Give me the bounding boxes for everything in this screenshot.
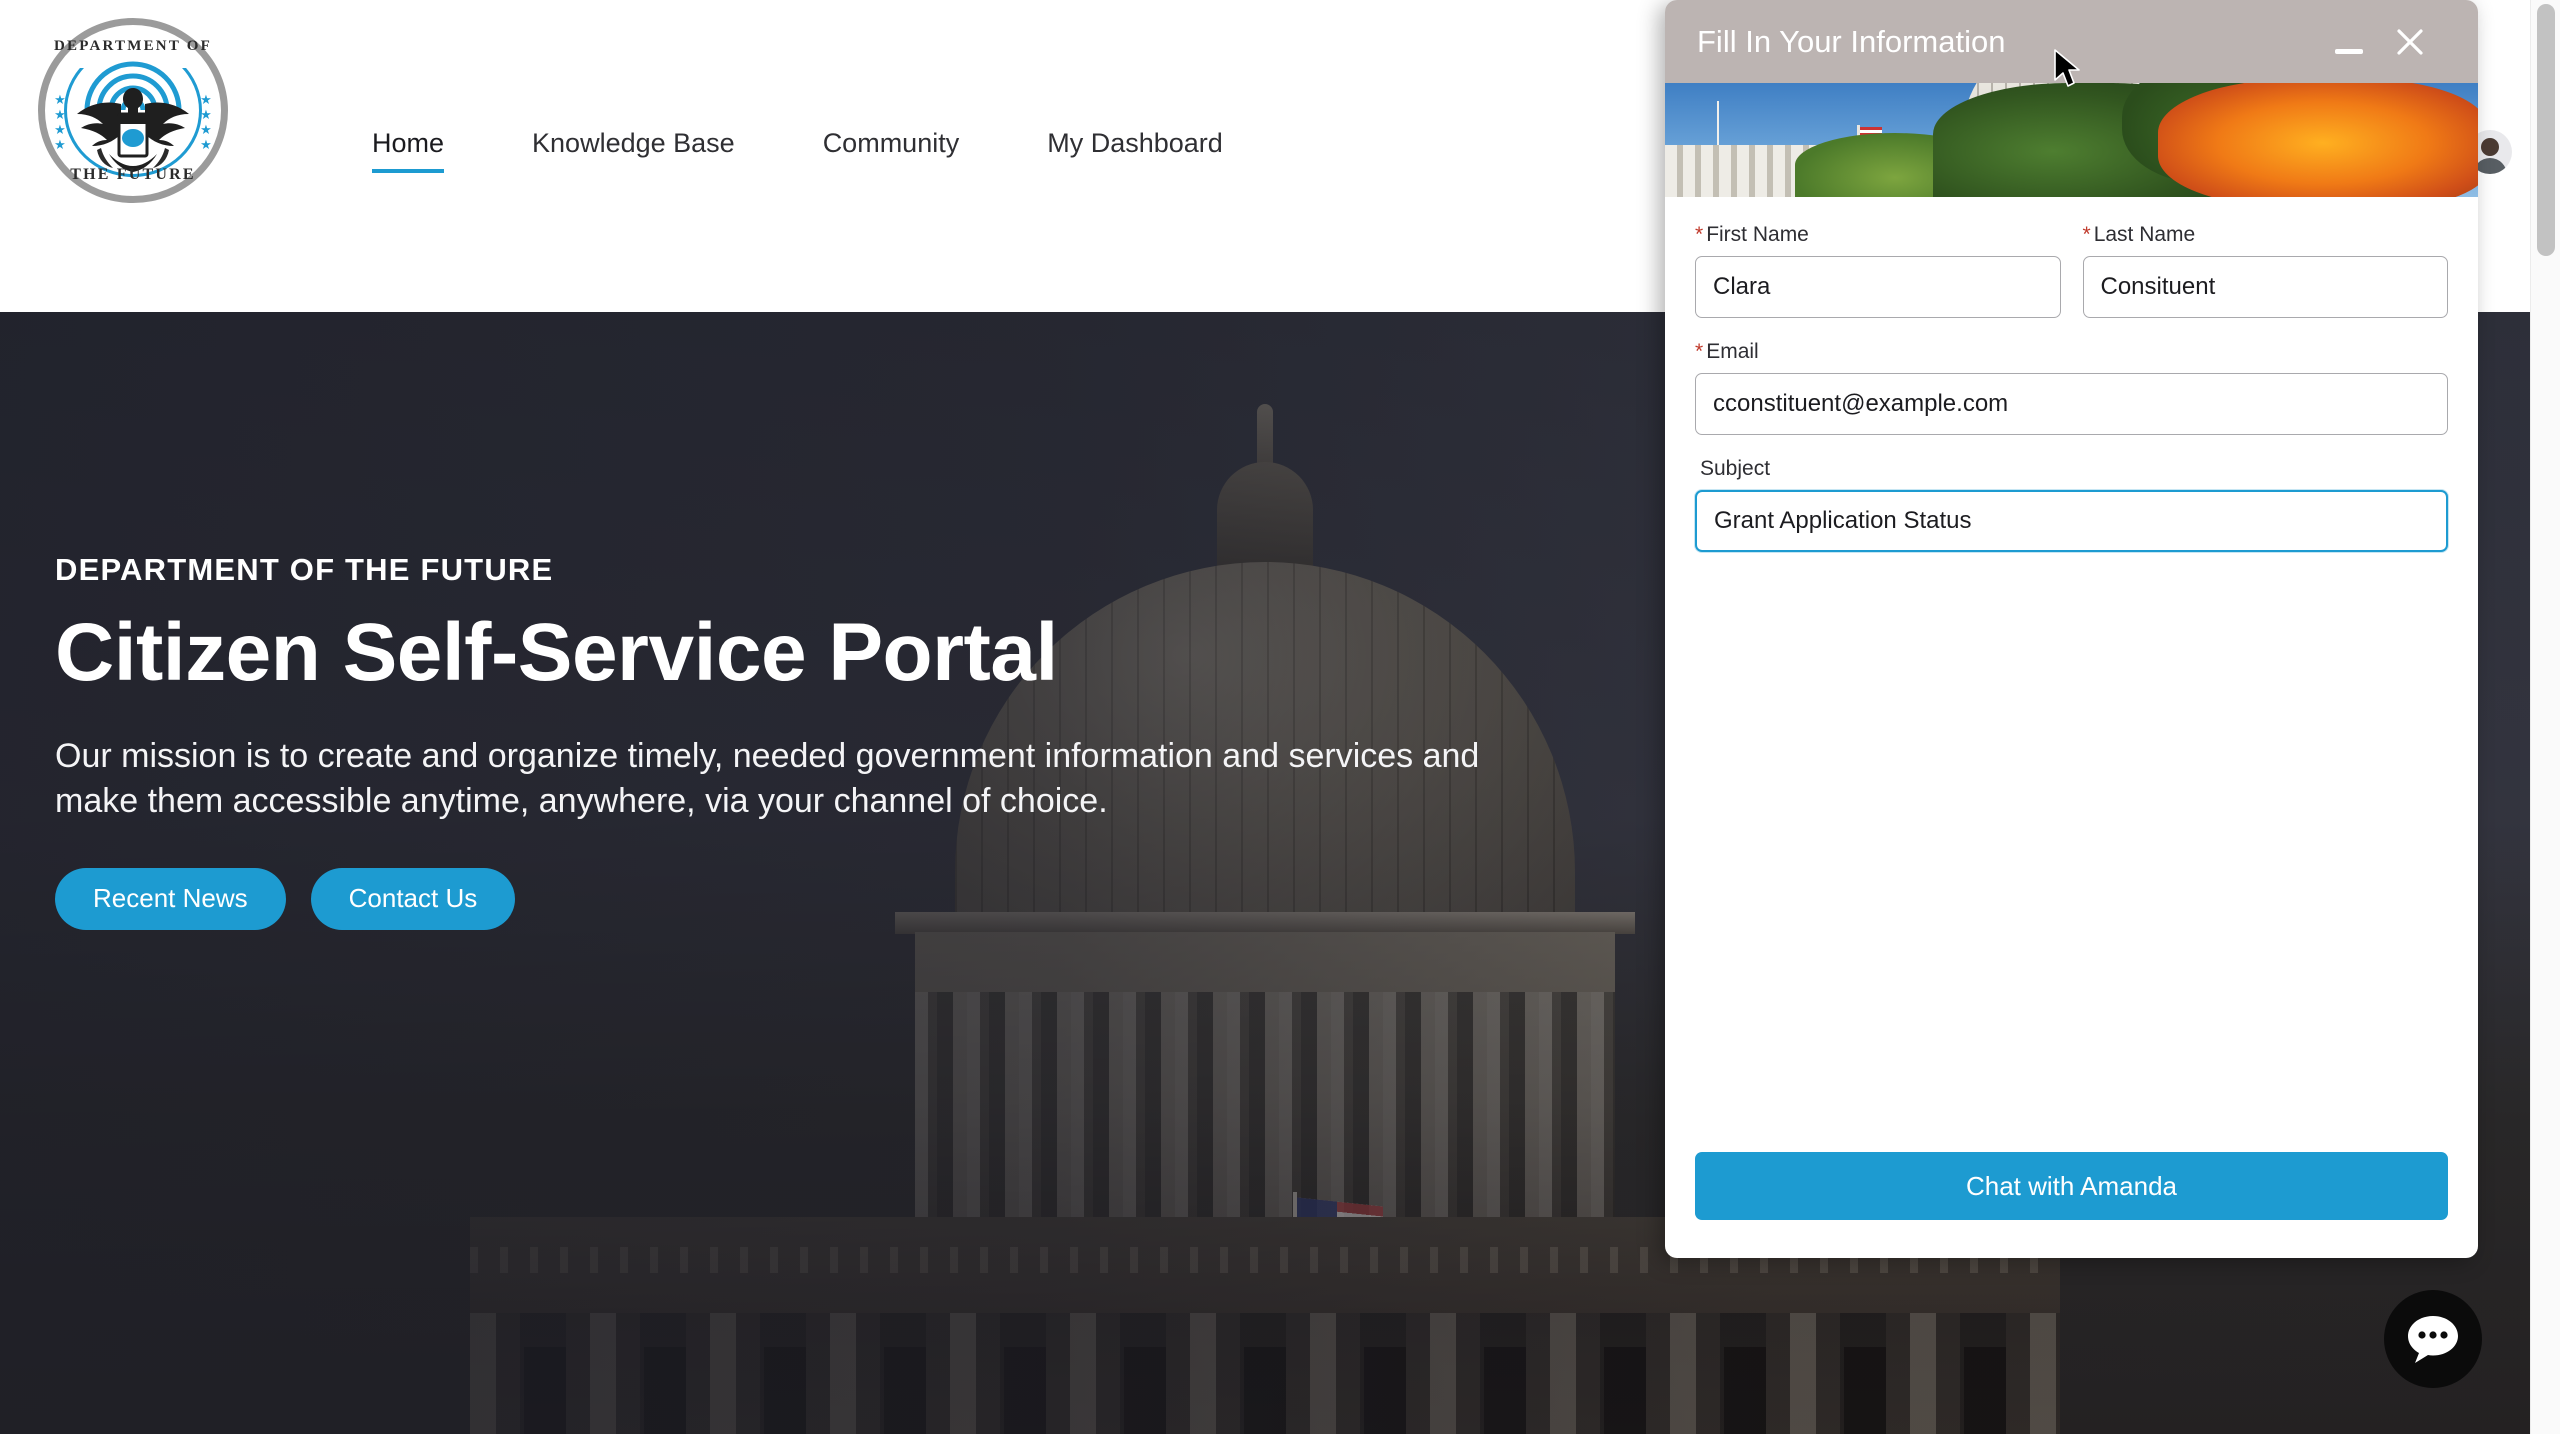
first-name-label: * First Name	[1695, 223, 2061, 247]
last-name-field-group: * Last Name	[2082, 223, 2449, 318]
banner-tree-autumn-orange	[2158, 83, 2478, 197]
nav-item-community[interactable]: Community	[823, 128, 960, 173]
chat-information-panel: Fill In Your Information * First Name Cl…	[1665, 0, 2478, 1258]
hero-button-group: Recent News Contact Us	[55, 867, 1615, 930]
chat-panel-header: Fill In Your Information	[1665, 0, 2478, 83]
first-name-field-group: * First Name	[1695, 223, 2061, 318]
first-name-label-text: First Name	[1706, 223, 1809, 246]
scrollbar-thumb[interactable]	[2537, 4, 2555, 256]
avatar-body	[2473, 158, 2507, 174]
required-marker: *	[1695, 340, 1704, 363]
email-field-group: * Email	[1695, 340, 2448, 435]
chat-banner-image	[1665, 83, 2478, 197]
required-marker: *	[1695, 223, 1704, 246]
seal-stars-left: ★ ★ ★ ★	[54, 92, 66, 152]
subject-field-group: Subject	[1695, 457, 2448, 552]
chat-panel-title: Fill In Your Information	[1697, 23, 2006, 59]
seal-top-text: DEPARTMENT OF	[54, 38, 212, 54]
chat-info-form: *First Name *Last Name *Email Subject	[1665, 197, 2478, 1152]
close-icon[interactable]	[2392, 24, 2428, 60]
first-name-input[interactable]	[1695, 256, 2061, 318]
avatar-head	[2481, 138, 2499, 156]
seal-bottom-text: THE FUTURE	[70, 166, 196, 183]
nav-item-home[interactable]: Home	[372, 128, 445, 173]
recent-news-button[interactable]: Recent News	[55, 867, 286, 930]
site-logo[interactable]: ★ ★ ★ ★ ★ ★ ★ ★ DEPARTMENT OF THE FUTURE	[38, 18, 228, 203]
chat-panel-footer: Chat with Amanda	[1665, 1152, 2478, 1258]
chat-launcher-button[interactable]	[2384, 1290, 2482, 1388]
seal-stars-right: ★ ★ ★ ★	[200, 92, 212, 152]
email-input[interactable]	[1695, 373, 2448, 435]
chat-bubble-dots-icon	[2408, 1316, 2458, 1363]
main-navigation: Home Knowledge Base Community My Dashboa…	[372, 128, 1311, 173]
last-name-label: * Last Name	[2083, 223, 2449, 247]
last-name-input[interactable]	[2082, 256, 2448, 318]
email-label: * Email	[1695, 340, 2448, 364]
required-marker: *	[2082, 223, 2091, 246]
hero-subtitle: Our mission is to create and organize ti…	[55, 737, 1480, 820]
hero-eyebrow: DEPARTMENT OF THE FUTURE	[55, 552, 554, 587]
nav-item-my-dashboard[interactable]: My Dashboard	[1047, 128, 1223, 173]
subject-label: Subject	[1700, 457, 1771, 480]
contact-us-button[interactable]: Contact Us	[310, 867, 516, 930]
browser-viewport: ★ ★ ★ ★ ★ ★ ★ ★ DEPARTMENT OF THE FUTURE Home …	[0, 0, 2530, 1434]
browser-scrollbar[interactable]	[2530, 0, 2560, 1434]
minimize-icon[interactable]	[2332, 25, 2366, 59]
page-title: Citizen Self-Service Portal	[55, 607, 1058, 698]
email-label-text: Email	[1706, 340, 1759, 363]
chat-with-agent-button[interactable]: Chat with Amanda	[1695, 1152, 2448, 1220]
last-name-label-text: Last Name	[2093, 223, 2196, 246]
nav-item-knowledge-base[interactable]: Knowledge Base	[532, 128, 735, 173]
name-field-row: *First Name *Last Name	[1695, 223, 2448, 340]
subject-input[interactable]	[1695, 490, 2448, 552]
hero-content: DEPARTMENT OF THE FUTURE Citizen Self-Se…	[55, 552, 1615, 930]
